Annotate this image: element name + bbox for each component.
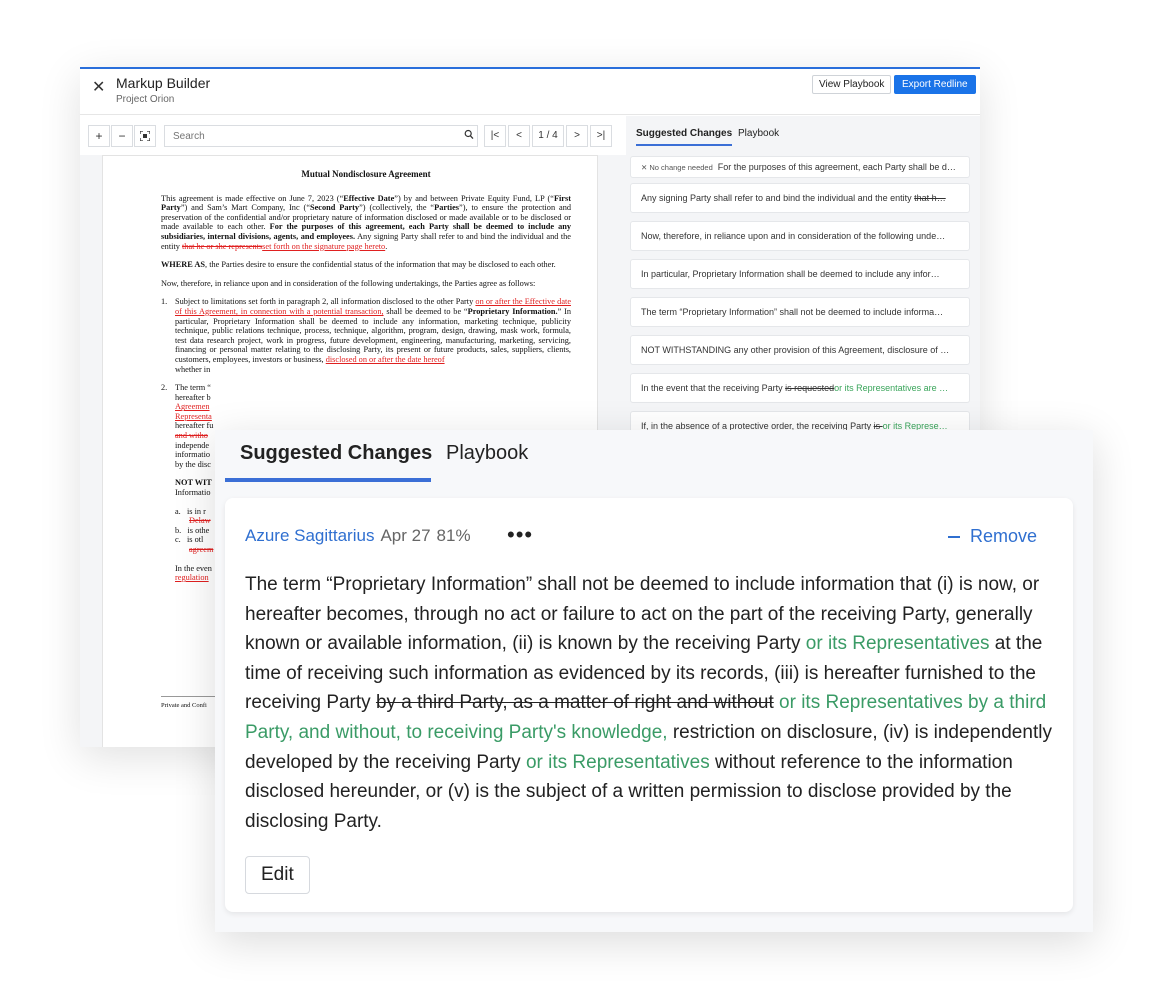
no-change-badge: ✕ No change needed [641, 163, 713, 172]
fit-page-icon[interactable] [134, 125, 156, 147]
tab-playbook[interactable]: Playbook [738, 128, 779, 139]
suggestion-card[interactable]: The term “Proprietary Information” shall… [630, 297, 970, 327]
minus-icon [947, 536, 960, 539]
zoom-in-button[interactable]: + [88, 125, 110, 147]
view-playbook-button[interactable]: View Playbook [812, 75, 892, 94]
deleted-text: by a third Party, as a matter of right a… [375, 692, 774, 714]
deleted-text: that he or she represents [181, 241, 263, 251]
document-toolbar: + − |< < 1 / 4 > >| [88, 125, 614, 147]
suggestion-card[interactable]: In the event that the receiving Party is… [630, 373, 970, 403]
author-name[interactable]: Azure Sagittarius [245, 526, 374, 545]
export-redline-button[interactable]: Export Redline [894, 75, 976, 94]
suggestion-detail-card: Azure Sagittarius Apr 27 81% ••• Remove Th… [225, 498, 1073, 912]
page-indicator: 1 / 4 [532, 125, 564, 147]
tab-suggested-changes[interactable]: Suggested Changes [240, 442, 432, 465]
active-tab-indicator [225, 478, 431, 482]
zoom-out-button[interactable]: − [111, 125, 133, 147]
clause-1: 1. Subject to limitations set forth in p… [161, 297, 572, 374]
top-bar: ✕ Markup Builder Project Orion View Play… [80, 69, 980, 115]
remove-button[interactable]: Remove [947, 526, 1037, 547]
inserted-text: set forth on the signature page hereto [262, 241, 386, 251]
paragraph-whereas: WHERE AS, the Parties desire to ensure t… [161, 260, 556, 270]
zoomed-suggestion-panel: Suggested Changes Playbook Azure Sagitta… [215, 430, 1093, 932]
last-page-button[interactable]: >| [590, 125, 612, 147]
suggestion-card[interactable]: Now, therefore, in reliance upon and in … [630, 221, 970, 251]
panel-tabs: Suggested Changes Playbook [632, 128, 972, 152]
search-input[interactable] [164, 125, 478, 147]
more-options-icon[interactable]: ••• [507, 522, 533, 548]
close-icon[interactable]: ✕ [92, 77, 105, 97]
next-page-button[interactable]: > [566, 125, 588, 147]
suggestion-text: The term “Proprietary Information” shall… [245, 574, 1052, 832]
tab-suggested-changes[interactable]: Suggested Changes [636, 128, 733, 146]
suggestion-card[interactable]: NOT WITHSTANDING any other provision of … [630, 335, 970, 365]
search-icon[interactable] [464, 129, 474, 141]
confidence-score: 81% [436, 526, 471, 545]
suggestion-card[interactable]: In particular, Proprietary Information s… [630, 259, 970, 289]
overlay-tabs: Suggested Changes Playbook [215, 430, 1093, 486]
suggestion-date: Apr 27 [380, 526, 431, 545]
tab-playbook[interactable]: Playbook [446, 442, 528, 465]
document-title: Mutual Nondisclosure Agreement [301, 169, 431, 179]
suggestion-card[interactable]: Any signing Party shall refer to and bin… [630, 183, 970, 213]
prev-page-button[interactable]: < [508, 125, 530, 147]
suggestion-card[interactable]: ✕ No change needed For the purposes of t… [630, 156, 970, 178]
paragraph-intro: This agreement is made effective on June… [161, 193, 571, 251]
inserted-text: or its Representatives [525, 751, 710, 773]
inserted-text: or its Representatives [805, 633, 990, 655]
edit-button[interactable]: Edit [245, 856, 310, 894]
first-page-button[interactable]: |< [484, 125, 506, 147]
paragraph-now-therefore: Now, therefore, in reliance upon and in … [161, 278, 536, 288]
project-name: Project Orion [116, 94, 175, 105]
suggestion-meta: Azure Sagittarius Apr 27 81% [245, 526, 471, 546]
app-title: Markup Builder [116, 75, 211, 91]
